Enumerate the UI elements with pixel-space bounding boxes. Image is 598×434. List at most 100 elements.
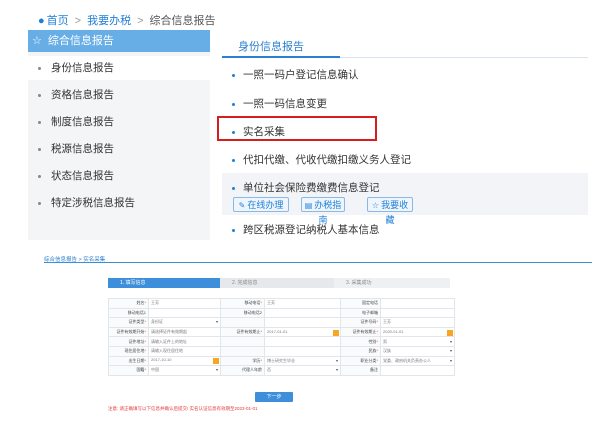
tax-guide-button[interactable]: ▤ 办税指南 <box>301 197 345 225</box>
form-field[interactable] <box>264 307 341 319</box>
form-field-value: 身份证 <box>151 319 163 325</box>
breadcrumb-home-link[interactable]: 首页 <box>47 15 69 27</box>
star-icon: ☆ <box>32 35 42 47</box>
real-name-form: 姓名* 王芳 移动电话* 王芳 固定电话 移动电话1 移动电话2 电子邮箱 证件类型* ▾ 身份证证… <box>108 298 455 376</box>
form-field[interactable]: ▾ 中国 <box>148 365 221 376</box>
form-field[interactable]: 请输入现住居住地 <box>148 345 221 357</box>
chevron-down-icon[interactable]: ▾ <box>450 339 452 344</box>
form-field-value: 博士研究生毕业 <box>267 357 295 363</box>
form-field[interactable]: 王芳 <box>264 298 341 309</box>
next-step-button[interactable]: 下一步 <box>255 392 293 402</box>
form-label: 证件有效期开始* <box>108 326 149 338</box>
form-label: 姓名* <box>108 298 149 309</box>
form-field[interactable] <box>264 336 341 347</box>
form-field[interactable]: 2017-10-10 <box>148 355 221 367</box>
sidebar-item-label: 制度信息报告 <box>51 116 114 128</box>
chevron-down-icon[interactable]: ▾ <box>216 367 218 372</box>
form-field[interactable]: ▾ 博士研究生毕业 <box>264 355 341 367</box>
calendar-icon[interactable] <box>333 329 339 336</box>
form-label: 备注 <box>340 365 381 376</box>
list-item-withholding[interactable]: 代扣代缴、代收代缴扣缴义务人登记 <box>232 152 411 167</box>
sidebar-item-label: 特定涉税信息报告 <box>51 197 135 209</box>
form-label-text: 证件地址 <box>128 338 145 344</box>
list-item-change[interactable]: 一照一码信息变更 <box>232 96 327 111</box>
tab-identity-report[interactable]: 身份信息报告 <box>238 38 304 54</box>
form-field[interactable] <box>380 298 455 309</box>
form-field[interactable]: ▾ 汉族 <box>380 345 455 357</box>
sidebar-item-identity[interactable]: 身份信息报告 <box>28 56 210 80</box>
sidebar-item-label: 状态信息报告 <box>51 170 114 182</box>
form-label: 代理人年龄 <box>220 365 265 376</box>
form-label: 职业分类* <box>340 355 381 367</box>
online-handle-button[interactable]: ✎ 在线办理 <box>233 197 289 212</box>
step-1: 1. 填写信息 <box>108 278 220 288</box>
required-marker: * <box>376 338 378 344</box>
breadcrumb-section-link[interactable]: 我要办税 <box>87 15 131 27</box>
breadcrumb: ● 首页 > 我要办税 > 综合信息报告 <box>38 12 216 28</box>
form-field[interactable] <box>148 307 221 319</box>
form-label: 民族* <box>340 345 381 357</box>
form-label: 国籍* <box>108 365 149 376</box>
list-item-social-insurance[interactable]: 单位社会保险费缴费信息登记 <box>232 180 380 195</box>
required-marker: * <box>144 357 146 363</box>
step-3: 3. 采集成功 <box>334 278 450 288</box>
form-field-value: 党委、政府机关负责办公人 <box>383 357 431 363</box>
sidebar-title: 综合信息报告 <box>47 35 114 47</box>
chevron-down-icon[interactable]: ▾ <box>216 319 218 324</box>
form-field[interactable] <box>380 365 455 376</box>
sidebar-item-qualification[interactable]: 资格信息报告 <box>28 83 210 107</box>
list-item-cross-region[interactable]: 跨区税源登记纳税人基本信息 <box>232 222 380 237</box>
calendar-icon[interactable] <box>447 329 453 336</box>
tab-active-indicator <box>222 56 340 58</box>
required-marker: * <box>144 338 146 344</box>
required-marker: * <box>376 348 378 354</box>
bullet-icon <box>38 66 41 70</box>
form-label: 证件号码* <box>340 317 381 328</box>
star-icon: ☆ <box>371 201 380 210</box>
form-field-value: 2017-10-10 <box>151 357 172 363</box>
sidebar-item-status[interactable]: 状态信息报告 <box>28 164 210 188</box>
sidebar-item-specific[interactable]: 特定涉税信息报告 <box>28 191 210 215</box>
chevron-down-icon[interactable]: ▾ <box>336 358 338 363</box>
form-field[interactable]: 请输入证件上的地址 <box>148 336 221 347</box>
chevron-down-icon[interactable]: ▾ <box>450 358 452 363</box>
form-row: 证件类型* ▾ 身份证 证件号码* 王芳 <box>108 317 455 328</box>
form-field[interactable]: ▾ 否 <box>264 365 341 376</box>
calendar-icon[interactable] <box>213 358 219 365</box>
sidebar-item-label: 资格信息报告 <box>51 89 114 101</box>
form-field[interactable]: ▾ 党委、政府机关负责办公人 <box>380 355 455 367</box>
list-item-confirm[interactable]: 一照一码户登记信息确认 <box>232 67 359 82</box>
favorite-button[interactable]: ☆ 我要收藏 <box>367 197 413 225</box>
sidebar-item-system[interactable]: 制度信息报告 <box>28 110 210 134</box>
form-field[interactable]: 请选择证件有效期起 <box>148 326 221 338</box>
form-field[interactable] <box>264 317 341 328</box>
form-field[interactable]: 2020-01-01 <box>380 326 455 338</box>
step-2: 2. 完成信息 <box>220 278 334 288</box>
sidebar-item-tax-source[interactable]: 税源信息报告 <box>28 137 210 161</box>
form-field[interactable]: 2017-01-01 <box>264 326 341 338</box>
form-note: 注意: 请正确填写以下信息并确认后提交! 实名认证信息有效期至2023-01-0… <box>108 406 258 411</box>
bullet-icon <box>38 93 41 97</box>
form-field[interactable]: 王芳 <box>148 298 221 309</box>
form-field[interactable]: ▾ 男 <box>380 336 455 347</box>
form-field-value: 否 <box>267 367 271 373</box>
form-label-text: 职业分类 <box>360 357 377 363</box>
chevron-down-icon[interactable]: ▾ <box>450 348 452 353</box>
chevron-down-icon[interactable]: ▾ <box>336 367 338 372</box>
form-label: 移动电话1 <box>108 307 149 319</box>
form-field-value: 请输入现住居住地 <box>151 348 183 354</box>
required-marker: * <box>144 319 146 325</box>
bullet-icon <box>232 228 235 232</box>
form-row: 证件地址* 请输入证件上的地址 性别* ▾ 男 <box>108 336 455 347</box>
form-field[interactable] <box>264 345 341 357</box>
bullet-icon <box>232 186 235 190</box>
form-field[interactable]: ▾ 身份证 <box>148 317 221 328</box>
form-label: 性别* <box>340 336 381 347</box>
form-field[interactable] <box>380 307 455 319</box>
form-row: 移动电话1 移动电话2 电子邮箱 <box>108 307 455 319</box>
form-label-text: 代理人年龄 <box>242 367 262 373</box>
form-label-text: 移动电话2 <box>243 309 262 315</box>
required-marker: * <box>376 329 378 335</box>
form-label <box>220 345 265 357</box>
form-field[interactable]: 王芳 <box>380 317 455 328</box>
